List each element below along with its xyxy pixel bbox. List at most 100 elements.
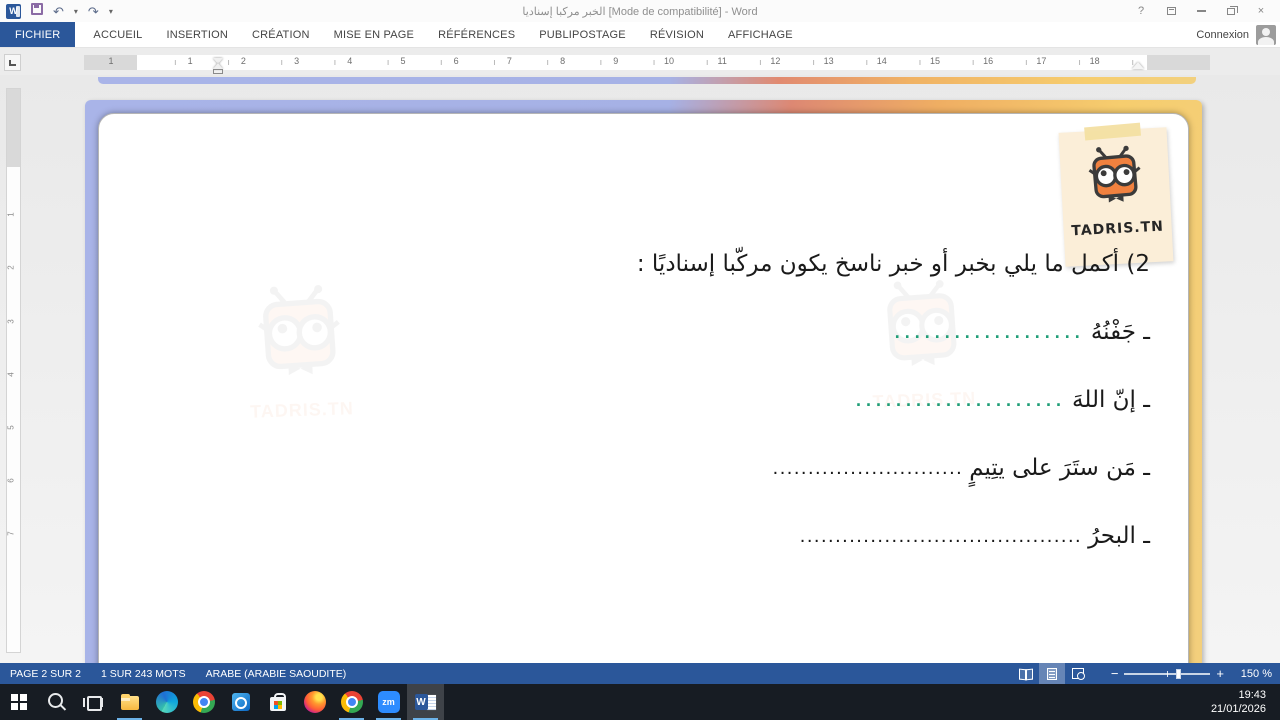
ruler-number: 4 <box>347 56 353 66</box>
connexion-area: Connexion <box>1196 22 1280 48</box>
ribbon-tab[interactable]: MISE EN PAGE <box>322 22 426 47</box>
icon-detail <box>426 695 436 710</box>
firefox[interactable] <box>296 684 333 720</box>
ruler-number: 5 <box>400 56 406 66</box>
arabic-text: ـ جَفْنُهُ <box>1090 319 1150 345</box>
ribbon-tab[interactable]: PUBLIPOSTAGE <box>527 22 638 47</box>
undo-dropdown-arrow[interactable]: ▾ <box>74 7 78 16</box>
status-left: PAGE 2 SUR 2 1 SUR 243 MOTS ARABE (ARABI… <box>0 668 356 680</box>
redo-button[interactable]: ↷ <box>88 5 99 18</box>
zoom-in-button[interactable]: + <box>1210 667 1230 680</box>
help-button[interactable]: ? <box>1128 2 1154 20</box>
ribbon-tab[interactable]: RÉFÉRENCES <box>426 22 527 47</box>
ribbon-tab[interactable]: INSERTION <box>155 22 241 47</box>
read-mode-icon <box>1019 669 1033 679</box>
read-mode-button[interactable] <box>1013 663 1039 684</box>
ruler-number: 16 <box>983 56 994 66</box>
left-indent-marker[interactable] <box>213 69 223 74</box>
ruler-number: 6 <box>453 56 459 66</box>
hanging-indent-marker[interactable] <box>213 63 223 69</box>
explorer[interactable] <box>111 684 148 720</box>
ribbon-tab[interactable]: FICHIER <box>0 22 76 47</box>
zoom-out-button[interactable]: − <box>1105 667 1125 680</box>
dotted-blank: ................... <box>894 321 1085 342</box>
arabic-text: ـ مَن ستَرَ على يتِيمٍ <box>969 455 1150 481</box>
zoom-level[interactable]: 150 % <box>1230 668 1272 680</box>
ruler-number: 4 <box>6 372 16 377</box>
start[interactable] <box>0 684 37 720</box>
customize-qat-button[interactable]: ▾ <box>109 7 113 16</box>
tab-stop-icon <box>9 59 16 66</box>
restore-icon <box>1227 5 1238 15</box>
edge[interactable] <box>148 684 185 720</box>
chrome[interactable] <box>185 684 222 720</box>
restore-button[interactable] <box>1218 2 1244 20</box>
ruler-row: 1 1 2 3 4 5 6 7 8 9 10 11 12 13 14 15 16 17 18 <box>0 48 1280 75</box>
close-button[interactable]: × <box>1248 2 1274 20</box>
window-controls: ? × <box>1128 2 1280 20</box>
ruler-number: 3 <box>294 56 300 66</box>
ribbon-tab[interactable]: ACCUEIL <box>81 22 154 47</box>
vertical-ruler[interactable]: 1 2 3 4 5 6 7 <box>6 88 21 653</box>
chrome[interactable] <box>333 684 370 720</box>
dotted-blank: ........................................ <box>799 524 1083 547</box>
arabic-text: ـ إنّ اللهَ <box>1072 387 1150 413</box>
ribbon-display-options-button[interactable] <box>1158 2 1184 20</box>
store[interactable] <box>259 684 296 720</box>
outlook[interactable] <box>222 684 259 720</box>
document-text[interactable]: 2) أكمل ما يلي بخبر أو خبر ناسخ يكون مرك… <box>175 230 1150 570</box>
arabic-text: ـ البحرُ <box>1088 523 1150 549</box>
document-line: ـ مَن ستَرَ على يتِيمٍ .................… <box>175 434 1150 502</box>
quick-access-toolbar: W ↶ ▾ ↷ ▾ <box>0 2 113 20</box>
document-line: ـ البحرُ ...............................… <box>175 502 1150 570</box>
status-bar: PAGE 2 SUR 2 1 SUR 243 MOTS ARABE (ARABI… <box>0 663 1280 684</box>
ruler-number: 12 <box>770 56 781 66</box>
ruler-number: 2 <box>6 265 16 271</box>
taskbar-icons: zm W <box>0 684 444 720</box>
connexion-label[interactable]: Connexion <box>1196 29 1249 41</box>
arabic-text: 2) أكمل ما يلي بخبر أو خبر ناسخ يكون مرك… <box>636 251 1150 277</box>
document-line: ـ إنّ اللهَ ..................... <box>175 366 1150 434</box>
save-icon <box>31 3 43 15</box>
horizontal-ruler[interactable]: 1 1 2 3 4 5 6 7 8 9 10 11 12 13 14 15 16 17 18 <box>84 55 1210 74</box>
word-application-window: W ↶ ▾ ↷ ▾ الخبر مركبا إسناديا [Mode de c… <box>0 0 1280 720</box>
zoom-slider-notch <box>1167 670 1169 677</box>
ribbon-tab[interactable]: AFFICHAGE <box>716 22 805 47</box>
document-area: 1234567 TADRIS.TN 2) أكمل ما يلي بخبر أو… <box>0 75 1280 663</box>
zoomapp[interactable]: zm <box>370 684 407 720</box>
minimize-button[interactable] <box>1188 2 1214 20</box>
zoom-slider[interactable] <box>1124 668 1211 679</box>
tab-stop-selector[interactable] <box>4 54 21 71</box>
document-line: ـ جَفْنُهُ ................... <box>175 298 1150 366</box>
document-page: TADRIS.TN TADRIS.TN <box>85 100 1202 663</box>
save-button[interactable] <box>31 2 43 20</box>
taskview[interactable] <box>74 684 111 720</box>
ribbon-tab[interactable]: CRÉATION <box>240 22 322 47</box>
ruler-number: 9 <box>613 56 619 66</box>
ruler-number: 7 <box>506 56 512 66</box>
ribbon-tab[interactable]: RÉVISION <box>638 22 716 47</box>
ruler-number: 8 <box>560 56 566 66</box>
ruler-number: 7 <box>6 531 16 537</box>
icon-detail <box>273 701 282 709</box>
ruler-number: 10 <box>663 56 674 66</box>
status-right: − + 150 % <box>1013 663 1280 684</box>
word[interactable]: W <box>407 684 444 720</box>
print-layout-button[interactable] <box>1038 663 1065 684</box>
title-bar: W ↶ ▾ ↷ ▾ الخبر مركبا إسناديا [Mode de c… <box>0 0 1280 22</box>
user-avatar-icon[interactable] <box>1256 25 1276 45</box>
indent-markers[interactable] <box>212 58 224 74</box>
word-app-icon: W <box>6 3 21 19</box>
language-indicator[interactable]: ARABE (ARABIE SAOUDITE) <box>196 668 357 680</box>
zoom-slider-handle[interactable] <box>1176 668 1182 679</box>
word-count[interactable]: 1 SUR 243 MOTS <box>91 668 196 680</box>
robot-icon <box>1088 145 1141 203</box>
previous-page-border <box>98 77 1196 84</box>
right-indent-marker[interactable] <box>1132 62 1144 69</box>
ruler-margin-number: 1 <box>108 56 114 66</box>
search[interactable] <box>37 684 74 720</box>
taskbar-clock[interactable]: 19:43 21/01/2026 <box>1211 684 1280 720</box>
page-indicator[interactable]: PAGE 2 SUR 2 <box>0 668 91 680</box>
web-layout-button[interactable] <box>1065 663 1091 684</box>
undo-button[interactable]: ↶ <box>53 5 64 18</box>
